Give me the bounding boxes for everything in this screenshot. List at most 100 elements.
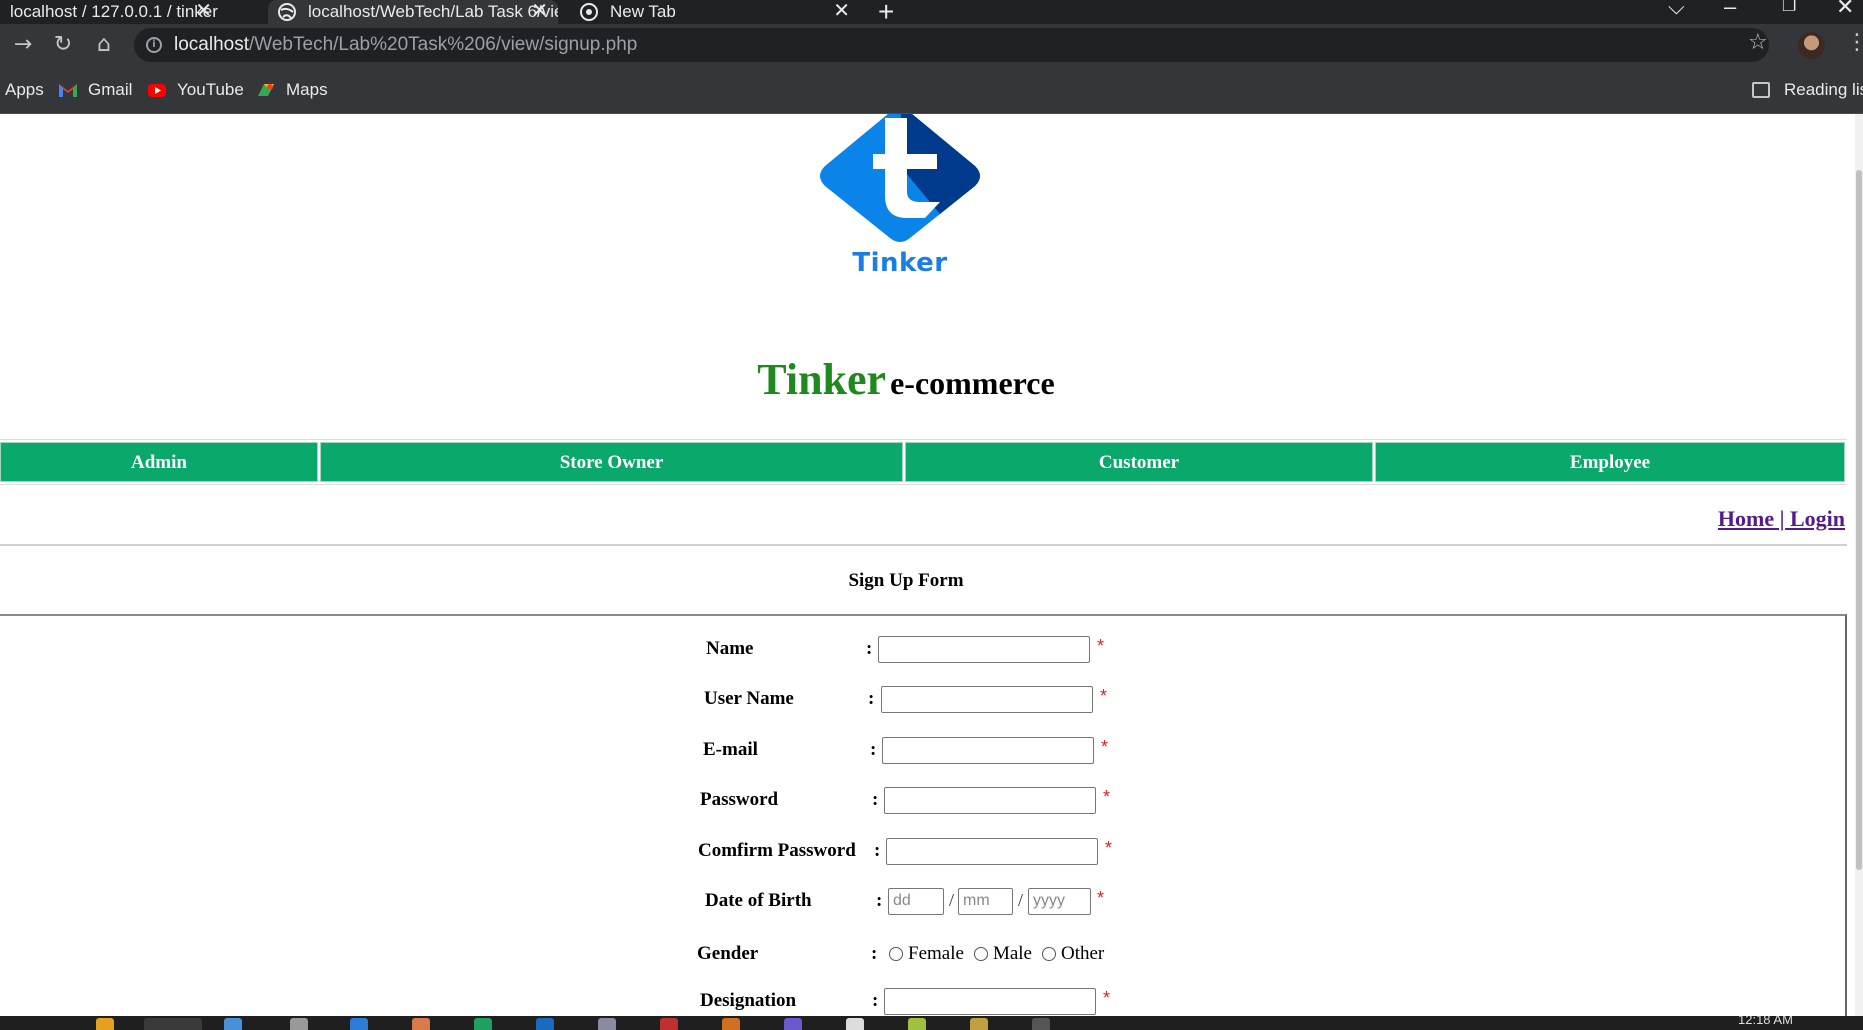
required-marker: * <box>1097 636 1105 656</box>
login-link[interactable]: Login <box>1790 506 1845 531</box>
dob-month-input[interactable]: mm <box>958 888 1013 915</box>
colon: : <box>874 840 881 861</box>
taskbar-clock[interactable]: 12:18 AM <box>1738 1016 1793 1027</box>
reading-list-label: Reading list <box>1784 80 1863 99</box>
app-icon[interactable] <box>290 1018 308 1030</box>
bookmark-apps[interactable]: Apps <box>5 80 44 100</box>
app-icon[interactable] <box>660 1018 678 1030</box>
chrome-icon <box>580 3 598 21</box>
brand-tagline: e-commerce <box>890 365 1055 401</box>
close-icon[interactable]: ✕ <box>833 0 850 22</box>
page-scrollbar[interactable] <box>1855 114 1863 1016</box>
address-bar[interactable]: i localhost/WebTech/Lab%20Task%206/view/… <box>134 28 1769 62</box>
tab-title: localhost / 127.0.0.1 / tinker / tink <box>10 2 222 21</box>
bookmark-star-icon[interactable]: ☆ <box>1748 30 1768 55</box>
close-icon[interactable]: ✕ <box>531 0 548 22</box>
info-icon[interactable]: i <box>146 37 162 53</box>
required-marker: * <box>1103 787 1111 807</box>
gender-option-label: Female <box>908 943 964 964</box>
app-icon[interactable] <box>846 1018 864 1030</box>
divider <box>0 544 1847 546</box>
app-icon[interactable] <box>722 1018 740 1030</box>
file-explorer-icon[interactable] <box>96 1018 114 1030</box>
colon: : <box>872 990 879 1011</box>
app-icon[interactable] <box>350 1018 368 1030</box>
gender-label: Gender <box>697 943 759 964</box>
bookmark-youtube[interactable]: YouTube <box>147 80 244 100</box>
tab-search-icon[interactable]: ⌵ <box>1668 0 1685 20</box>
gender-option-label: Other <box>1060 943 1105 964</box>
chrome-taskbar-icon[interactable] <box>144 1018 202 1030</box>
home-link[interactable]: Home <box>1718 506 1774 531</box>
logo-text: Tinker <box>852 248 948 278</box>
bookmark-gmail[interactable]: Gmail <box>58 80 132 100</box>
role-customer[interactable]: Customer <box>905 442 1373 482</box>
kebab-menu-icon[interactable]: ⋮ <box>1846 30 1863 55</box>
password-input[interactable] <box>884 787 1096 814</box>
app-icon[interactable] <box>412 1018 430 1030</box>
bookmark-maps[interactable]: Maps <box>256 80 328 100</box>
url-text[interactable]: localhost/WebTech/Lab%20Task%206/view/si… <box>174 34 637 56</box>
close-window-icon[interactable]: ✕ <box>1836 0 1854 20</box>
colon: : <box>870 739 877 760</box>
colon: : <box>866 638 873 659</box>
link-separator: | <box>1774 506 1790 531</box>
colon: : <box>871 943 878 964</box>
url-path: /WebTech/Lab%20Task%206/view/signup.php <box>249 34 638 55</box>
page-title: Tinker e-commerce <box>0 354 1812 405</box>
scrollbar-thumb[interactable] <box>1856 170 1862 870</box>
designation-input[interactable] <box>884 988 1096 1015</box>
app-icon[interactable] <box>474 1018 492 1030</box>
minimize-icon[interactable]: – <box>1724 0 1736 20</box>
confirm-password-input[interactable] <box>886 838 1098 865</box>
app-icon[interactable] <box>784 1018 802 1030</box>
tab-phpmyadmin[interactable]: localhost / 127.0.0.1 / tinker / tink ✕ <box>0 0 222 24</box>
app-icon[interactable] <box>598 1018 616 1030</box>
password-label: Password <box>700 789 779 810</box>
dob-label: Date of Birth <box>705 890 812 911</box>
home-icon[interactable]: ⌂ <box>91 32 117 58</box>
dob-separator: / <box>949 890 955 910</box>
app-icon[interactable] <box>224 1018 242 1030</box>
dob-year-input[interactable]: yyyy <box>1028 888 1091 915</box>
maps-icon <box>258 84 274 96</box>
tab-signup[interactable]: localhost/WebTech/Lab Task 6/vie ✕ <box>268 0 558 24</box>
username-label: User Name <box>704 688 794 709</box>
brand-name: Tinker <box>757 355 887 404</box>
forward-icon[interactable]: → <box>10 32 36 58</box>
restore-icon[interactable]: ❐ <box>1782 0 1796 16</box>
reading-list[interactable]: Reading list <box>1752 80 1863 100</box>
reading-list-icon <box>1752 82 1770 98</box>
youtube-icon <box>148 84 166 97</box>
globe-icon <box>278 3 296 21</box>
bookmarks-bar: Apps Gmail YouTube Maps Reading list <box>0 66 1863 114</box>
colon: : <box>876 890 883 911</box>
close-icon[interactable]: ✕ <box>195 0 212 22</box>
name-input[interactable] <box>878 636 1090 663</box>
username-input[interactable] <box>881 686 1093 713</box>
gender-other-radio[interactable] <box>1041 947 1056 961</box>
gmail-icon <box>59 84 77 97</box>
gender-female-radio[interactable] <box>889 947 903 961</box>
os-taskbar: 12:18 AM <box>0 1016 1863 1030</box>
app-icon[interactable] <box>970 1018 988 1030</box>
name-label: Name <box>706 638 754 659</box>
role-store-owner[interactable]: Store Owner <box>320 442 903 482</box>
colon: : <box>872 789 879 810</box>
reload-icon[interactable]: ↻ <box>50 32 76 58</box>
app-icon[interactable] <box>536 1018 554 1030</box>
app-icon[interactable] <box>908 1018 926 1030</box>
url-host: localhost <box>174 34 249 55</box>
designation-label: Designation <box>700 990 797 1011</box>
dob-day-input[interactable]: dd <box>888 888 944 915</box>
required-marker: * <box>1101 737 1109 757</box>
app-icon[interactable] <box>1032 1018 1050 1030</box>
gender-male-radio[interactable] <box>973 947 988 961</box>
gender-options: Female Male Other <box>889 943 1114 965</box>
email-input[interactable] <box>882 737 1094 764</box>
profile-avatar[interactable] <box>1798 32 1825 59</box>
tab-new-tab[interactable]: New Tab ✕ <box>570 0 860 24</box>
role-employee[interactable]: Employee <box>1375 442 1845 482</box>
role-admin[interactable]: Admin <box>0 442 318 482</box>
gender-option-label: Male <box>992 943 1032 964</box>
